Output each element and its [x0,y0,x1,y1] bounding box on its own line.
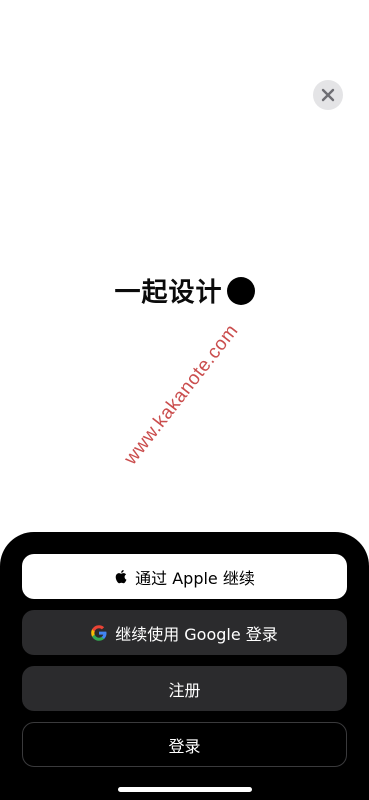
watermark: www.kakanote.com [120,320,243,469]
login-button[interactable]: 登录 [22,722,347,767]
signup-button[interactable]: 注册 [22,666,347,711]
continue-with-apple-button[interactable]: 通过 Apple 继续 [22,554,347,599]
apple-icon [114,569,127,584]
logo-dot-icon [226,276,255,305]
continue-with-google-button[interactable]: 继续使用 Google 登录 [22,610,347,655]
app-title: 一起设计 [114,278,223,308]
close-icon [321,88,335,102]
brand-logo: 一起设计 [0,272,369,309]
google-icon [91,624,107,641]
close-button[interactable] [313,80,343,110]
login-button-label: 登录 [168,736,201,756]
auth-sheet: 通过 Apple 继续 继续使用 Google 登录 注册 登录 [0,532,369,800]
signup-button-label: 注册 [168,680,201,700]
google-button-label: 继续使用 Google 登录 [115,624,278,644]
home-indicator [118,787,252,792]
apple-button-label: 通过 Apple 继续 [135,568,255,588]
